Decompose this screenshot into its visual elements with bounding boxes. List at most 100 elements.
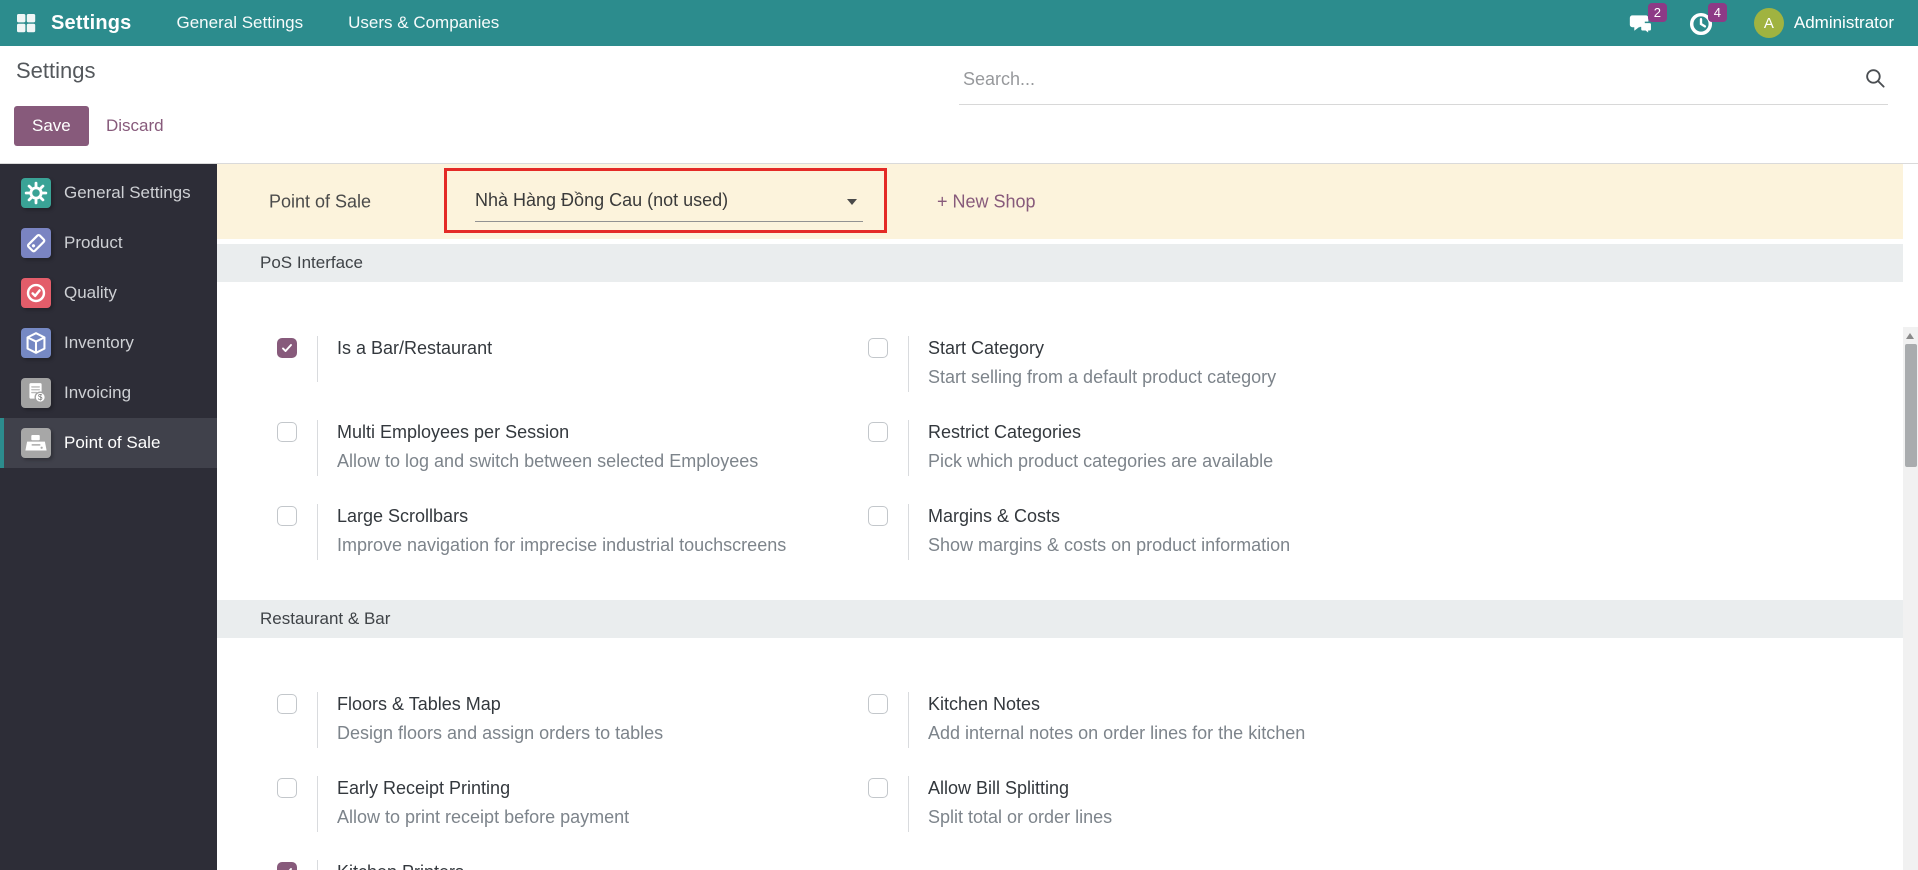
scrollbar-thumb[interactable] bbox=[1905, 344, 1917, 467]
setting-restrict-categories: Restrict Categories Pick which product ca… bbox=[868, 420, 1459, 476]
discard-button[interactable]: Discard bbox=[106, 106, 164, 146]
setting-kitchen-printers: Kitchen Printers bbox=[277, 860, 868, 870]
setting-start-category: Start Category Start selling from a defau… bbox=[868, 336, 1459, 392]
sidebar-item-invoicing[interactable]: $ Invoicing bbox=[0, 368, 217, 418]
setting-checkbox-pane bbox=[277, 336, 317, 382]
setting-description: Allow to print receipt before payment bbox=[337, 803, 868, 832]
apps-grid-icon[interactable] bbox=[14, 11, 38, 35]
checkbox-floors-tables-map[interactable] bbox=[277, 694, 297, 714]
setting-label[interactable]: Start Category bbox=[928, 336, 1459, 360]
search-icon[interactable] bbox=[1864, 67, 1886, 89]
user-menu[interactable]: Administrator bbox=[1794, 13, 1894, 33]
setting-checkbox-pane bbox=[277, 420, 317, 476]
setting-description: Improve navigation for imprecise industr… bbox=[337, 531, 868, 560]
sidebar-item-inventory[interactable]: Inventory bbox=[0, 318, 217, 368]
content-area: General Settings Product Quality Inventory $… bbox=[0, 163, 1918, 870]
section-header-restaurant-bar: Restaurant & Bar bbox=[217, 600, 1903, 638]
search-input[interactable] bbox=[959, 54, 1839, 104]
setting-label[interactable]: Kitchen Printers bbox=[337, 860, 868, 870]
vertical-scrollbar[interactable] bbox=[1903, 327, 1918, 870]
checkbox-restrict-categories[interactable] bbox=[868, 422, 888, 442]
activities-count-badge: 4 bbox=[1708, 3, 1727, 22]
setting-checkbox-pane bbox=[277, 860, 317, 870]
activities-menu[interactable]: 4 bbox=[1688, 11, 1714, 35]
setting-label[interactable]: Floors & Tables Map bbox=[337, 692, 868, 716]
checkbox-kitchen-notes[interactable] bbox=[868, 694, 888, 714]
checkbox-is-a-bar-restaurant[interactable] bbox=[277, 338, 297, 358]
setting-label[interactable]: Multi Employees per Session bbox=[337, 420, 868, 444]
sidebar-item-label: Invoicing bbox=[64, 383, 131, 403]
messages-count-badge: 2 bbox=[1648, 3, 1667, 22]
setting-label[interactable]: Allow Bill Splitting bbox=[928, 776, 1459, 800]
setting-description: Split total or order lines bbox=[928, 803, 1459, 832]
nav-menu-users-companies[interactable]: Users & Companies bbox=[348, 13, 499, 33]
scroll-up-arrow-icon[interactable] bbox=[1906, 333, 1914, 339]
setting-label[interactable]: Is a Bar/Restaurant bbox=[337, 336, 868, 360]
setting-kitchen-notes: Kitchen Notes Add internal notes on order… bbox=[868, 692, 1459, 748]
nav-menu-general-settings[interactable]: General Settings bbox=[177, 13, 304, 33]
settings-sections: PoS Interface Is a Bar/Restaurant Start Ca… bbox=[217, 244, 1903, 870]
shop-selector-dropdown[interactable]: Nhà Hàng Đồng Cau (not used) bbox=[475, 180, 863, 222]
setting-allow-bill-splitting: Allow Bill Splitting Split total or order… bbox=[868, 776, 1459, 832]
sidebar-item-label: General Settings bbox=[64, 183, 191, 203]
setting-label[interactable]: Restrict Categories bbox=[928, 420, 1459, 444]
setting-large-scrollbars: Large Scrollbars Improve navigation for i… bbox=[277, 504, 868, 560]
tag-icon bbox=[21, 228, 51, 258]
setting-label[interactable]: Margins & Costs bbox=[928, 504, 1459, 528]
new-shop-link[interactable]: + New Shop bbox=[937, 191, 1036, 212]
setting-description: Start selling from a default product cat… bbox=[928, 363, 1459, 392]
setting-text-pane: Floors & Tables MapDesign floors and ass… bbox=[317, 692, 868, 748]
cash-register-icon bbox=[21, 428, 51, 458]
checkbox-kitchen-printers[interactable] bbox=[277, 862, 297, 870]
box-icon bbox=[21, 328, 51, 358]
setting-floors-tables-map: Floors & Tables MapDesign floors and ass… bbox=[277, 692, 868, 748]
section-header-pos-interface: PoS Interface bbox=[217, 244, 1903, 282]
navbar-menu: General Settings Users & Companies bbox=[132, 13, 500, 33]
messages-menu[interactable]: 2 bbox=[1628, 11, 1654, 35]
sidebar-item-general-settings[interactable]: General Settings bbox=[0, 168, 217, 218]
navbar-systray: 2 4 A Administrator bbox=[1594, 8, 1918, 38]
setting-text-pane: Kitchen Notes Add internal notes on order… bbox=[908, 692, 1459, 748]
shop-selected-value: Nhà Hàng Đồng Cau (not used) bbox=[475, 190, 728, 211]
sidebar-item-label: Product bbox=[64, 233, 123, 253]
setting-label[interactable]: Large Scrollbars bbox=[337, 504, 868, 528]
section-body: Is a Bar/Restaurant Start Category Start s… bbox=[217, 282, 1459, 592]
settings-main: Point of Sale Nhà Hàng Đồng Cau (not use… bbox=[217, 164, 1903, 870]
page-title: Settings bbox=[16, 58, 96, 84]
setting-checkbox-pane bbox=[868, 504, 908, 560]
checkbox-multi-employees-per-session[interactable] bbox=[277, 422, 297, 442]
section-title: Restaurant & Bar bbox=[260, 609, 390, 629]
sidebar-item-quality[interactable]: Quality bbox=[0, 268, 217, 318]
sidebar-item-label: Inventory bbox=[64, 333, 134, 353]
setting-margins-costs: Margins & CostsShow margins & costs on p… bbox=[868, 504, 1459, 560]
settings-sidebar: General Settings Product Quality Inventory $… bbox=[0, 164, 217, 870]
setting-text-pane: Start Category Start selling from a defau… bbox=[908, 336, 1459, 392]
app-name[interactable]: Settings bbox=[51, 12, 132, 35]
checkbox-margins-costs[interactable] bbox=[868, 506, 888, 526]
checkbox-allow-bill-splitting[interactable] bbox=[868, 778, 888, 798]
setting-description: Add internal notes on order lines for th… bbox=[928, 719, 1459, 748]
gear-icon bbox=[21, 178, 51, 208]
setting-label[interactable]: Early Receipt Printing bbox=[337, 776, 868, 800]
setting-text-pane: Early Receipt Printing Allow to print rec… bbox=[317, 776, 868, 832]
setting-text-pane: Restrict Categories Pick which product ca… bbox=[908, 420, 1459, 476]
setting-checkbox-pane bbox=[868, 420, 908, 476]
sidebar-item-point-of-sale[interactable]: Point of Sale bbox=[0, 418, 217, 468]
invoice-icon: $ bbox=[21, 378, 51, 408]
setting-checkbox-pane bbox=[868, 776, 908, 832]
setting-label[interactable]: Kitchen Notes bbox=[928, 692, 1459, 716]
quality-badge-icon bbox=[21, 278, 51, 308]
checkbox-start-category[interactable] bbox=[868, 338, 888, 358]
save-button[interactable]: Save bbox=[14, 106, 89, 146]
setting-description: Pick which product categories are availa… bbox=[928, 447, 1459, 476]
section-title: PoS Interface bbox=[260, 253, 363, 273]
checkbox-early-receipt-printing[interactable] bbox=[277, 778, 297, 798]
sidebar-item-product[interactable]: Product bbox=[0, 218, 217, 268]
sidebar-item-label: Quality bbox=[64, 283, 117, 303]
setting-text-pane: Multi Employees per SessionAllow to log … bbox=[317, 420, 868, 476]
user-avatar[interactable]: A bbox=[1754, 8, 1784, 38]
checkbox-large-scrollbars[interactable] bbox=[277, 506, 297, 526]
setting-checkbox-pane bbox=[277, 504, 317, 560]
setting-is-a-bar-restaurant: Is a Bar/Restaurant bbox=[277, 336, 868, 382]
control-panel: Settings Save Discard bbox=[0, 46, 1918, 163]
